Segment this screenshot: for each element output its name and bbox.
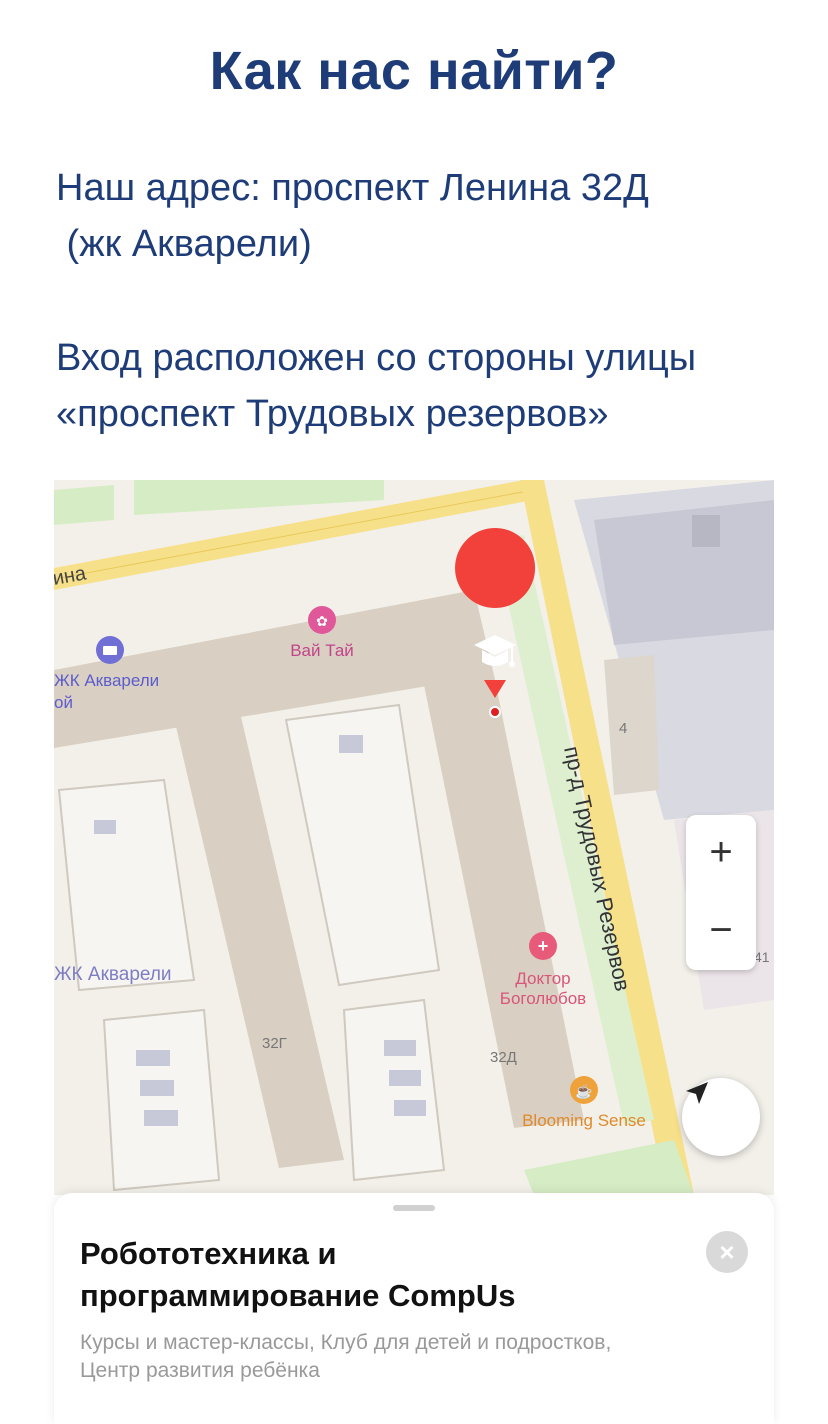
close-icon: × [719, 1236, 735, 1267]
zoom-control: + − [686, 815, 756, 970]
poi-label-doctor-2[interactable]: Боголюбов [500, 989, 586, 1008]
entrance-text: Вход расположен со стороны улицы «проспе… [56, 330, 696, 442]
marker-dot [489, 706, 501, 718]
zoom-out-button[interactable]: − [686, 893, 756, 968]
courtyard [102, 1008, 221, 1192]
map-view[interactable]: ина пр-д Трудовых Резервов 32Г 32Д 4 41 … [54, 480, 774, 1195]
entrance-line-1: Вход расположен со стороны улицы [56, 337, 697, 379]
place-categories: Курсы и мастер-классы, Клуб для детей и … [80, 1329, 720, 1385]
place-categories-line-1: Курсы и мастер-классы, Клуб для детей и … [80, 1331, 612, 1354]
close-button[interactable]: × [706, 1231, 748, 1273]
poi-label-akvareli-top[interactable]: ЖК Акварели [54, 671, 159, 690]
map-canvas[interactable]: ина пр-д Трудовых Резервов 32Г 32Д 4 41 … [54, 480, 774, 1195]
briefcase-icon [103, 646, 117, 655]
parking-icon [140, 1080, 174, 1096]
navigation-arrow-icon [686, 1082, 708, 1104]
marker-pin[interactable] [455, 528, 536, 608]
parking-icon [339, 735, 363, 753]
house-number-32d: 32Д [490, 1049, 517, 1066]
poi-label-vai-tai[interactable]: Вай Тай [290, 641, 354, 660]
poi-label-akvareli-mid[interactable]: ЖК Акварели [54, 964, 172, 985]
address-line-2: (жк Акварели) [56, 223, 312, 265]
zoom-in-button[interactable]: + [686, 815, 756, 890]
place-title-line-2: программирование CompUs [80, 1278, 516, 1313]
parking-icon [136, 1050, 170, 1066]
entrance-line-2: «проспект Трудовых резервов» [56, 393, 609, 435]
place-card[interactable]: Робототехника и программирование CompUs … [54, 1193, 774, 1424]
parking-icon [384, 1040, 416, 1056]
spa-icon-glyph: ✿ [316, 613, 328, 629]
poi-label-blooming[interactable]: Blooming Sense [522, 1111, 646, 1130]
place-title: Робототехника и программирование CompUs [80, 1233, 680, 1317]
building [692, 515, 720, 547]
medical-cross-glyph: + [538, 936, 549, 956]
place-title-line-1: Робототехника и [80, 1236, 337, 1271]
parking-icon [144, 1110, 178, 1126]
parking-icon [94, 820, 116, 834]
house-number-41: 41 [754, 949, 770, 965]
parking-icon [394, 1100, 426, 1116]
poi-label-doctor-1[interactable]: Доктор [515, 969, 570, 988]
park-area [54, 485, 114, 525]
building [594, 500, 774, 645]
place-categories-line-2: Центр развития ребёнка [80, 1359, 320, 1382]
drag-handle[interactable] [393, 1205, 435, 1211]
house-number-32g: 32Г [262, 1035, 287, 1052]
page-title: Как нас найти? [209, 41, 619, 101]
locate-button[interactable] [682, 1078, 760, 1156]
poi-label-akvareli-top-sub: ой [54, 693, 73, 712]
parking-icon [389, 1070, 421, 1086]
address-line-1: Наш адрес: проспект Ленина 32Д [56, 167, 649, 209]
house-number-4: 4 [619, 720, 627, 737]
cup-glyph: ☕ [575, 1082, 592, 1100]
address-text: Наш адрес: проспект Ленина 32Д (жк Аквар… [56, 160, 649, 272]
